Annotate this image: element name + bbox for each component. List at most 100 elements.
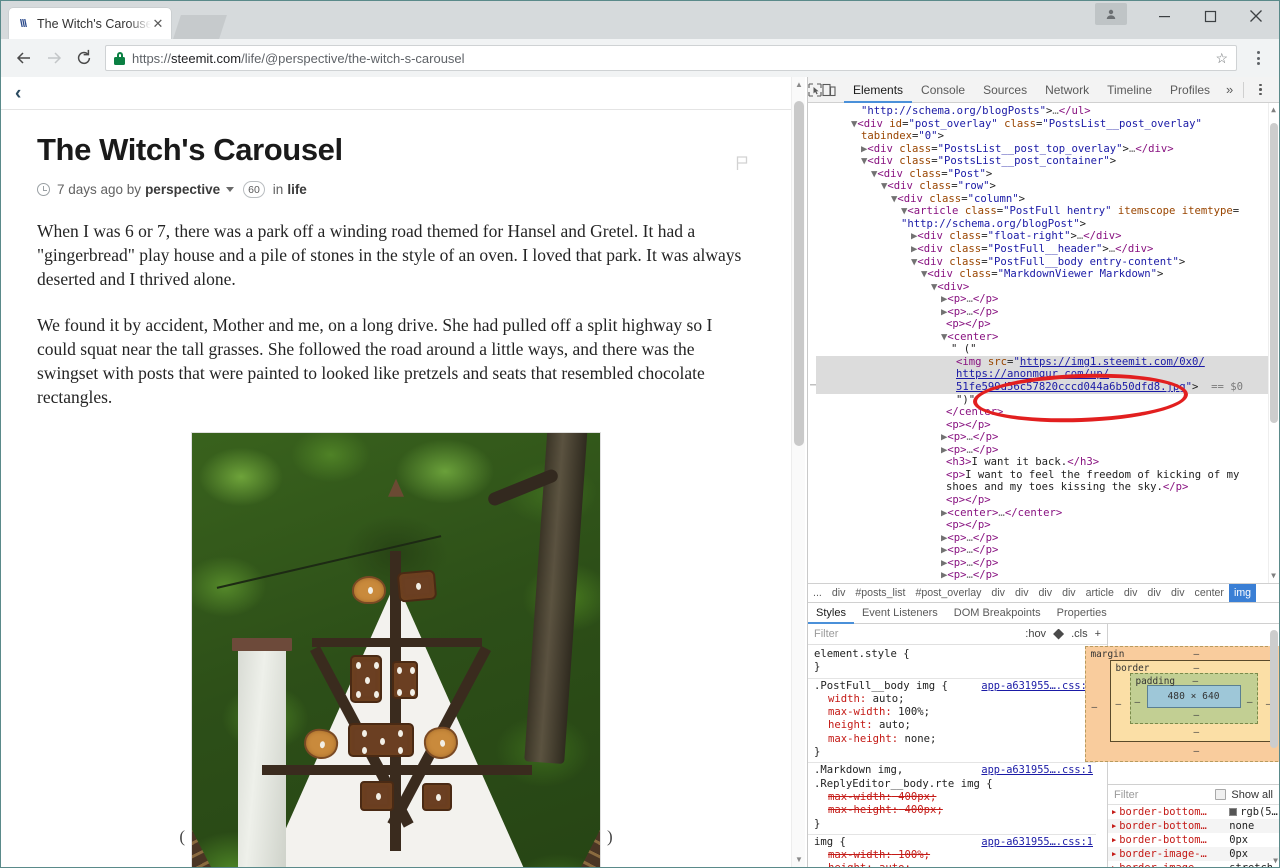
expand-triangle-icon[interactable]: ▶ — [1112, 850, 1116, 858]
tab-properties[interactable]: Properties — [1049, 603, 1115, 624]
tab-network[interactable]: Network — [1036, 77, 1098, 103]
expand-triangle-icon[interactable]: ▶ — [1112, 864, 1116, 867]
browser-tab[interactable]: \\\ The Witch's Carousel ✕ — [9, 8, 171, 39]
style-declaration[interactable]: max-height: none; — [814, 733, 1101, 746]
inspect-element-icon[interactable] — [808, 78, 822, 102]
tab-sources[interactable]: Sources — [974, 77, 1036, 103]
page-scrollbar-thumb[interactable] — [794, 101, 804, 446]
breadcrumb-item[interactable]: div — [1057, 584, 1081, 602]
bookmark-star-icon[interactable]: ☆ — [1215, 50, 1228, 67]
breadcrumb-item[interactable]: article — [1081, 584, 1119, 602]
dom-tree-scrollbar-thumb[interactable] — [1270, 123, 1278, 423]
padding-bottom-value[interactable]: – — [1194, 710, 1200, 721]
style-rule-selector[interactable]: .PostFull__body img {app-a631955….css:1 — [814, 680, 1101, 693]
style-rule-selector[interactable]: .ReplyEditor__body.rte img { — [814, 778, 1101, 791]
padding-top-value[interactable]: – — [1193, 676, 1199, 687]
computed-property-row[interactable]: ▶ border-image-… 0px — [1108, 847, 1279, 861]
dom-tree-node[interactable]: ▶<div class="PostsList__post_top_overlay… — [816, 143, 1279, 156]
minimize-button[interactable] — [1141, 1, 1187, 31]
dom-tree-node[interactable]: tabindex="0"> — [816, 130, 1279, 143]
style-rule[interactable]: element.style {} — [808, 647, 1107, 679]
breadcrumb-item[interactable]: div — [1142, 584, 1166, 602]
dom-tree-node[interactable]: ▼<div class="PostFull__body entry-conten… — [816, 256, 1279, 269]
margin-bottom-value[interactable]: – — [1194, 746, 1200, 757]
dom-tree-node[interactable]: " (" — [816, 343, 1279, 356]
dom-tree-node[interactable]: ▶<div class="float-right">…</div> — [816, 230, 1279, 243]
user-profile-icon[interactable] — [1095, 3, 1127, 25]
style-declaration[interactable]: max-width: 100%; — [814, 706, 1101, 719]
dom-tree-node[interactable]: ▼<div class="column"> — [816, 193, 1279, 206]
style-declaration[interactable]: width: auto; — [814, 693, 1101, 706]
computed-scrollbar[interactable]: ▼ — [1268, 805, 1279, 867]
margin-left-value[interactable]: – — [1092, 702, 1098, 713]
computed-property-row[interactable]: ▶ border-bottom… 0px — [1108, 833, 1279, 847]
dom-tree-node[interactable]: ▼<center> — [816, 331, 1279, 344]
devtools-close-icon[interactable]: ✕ — [1271, 78, 1279, 102]
flag-icon[interactable] — [736, 156, 749, 171]
style-rule[interactable]: .Markdown img, app-a631955….css:1 .ReplyEd… — [808, 763, 1107, 835]
dom-tree-node[interactable]: ▼<div class="row"> — [816, 180, 1279, 193]
style-source-link[interactable]: app-a631955….css:1 — [981, 680, 1093, 693]
dom-tree-node[interactable]: ▼<div class="MarkdownViewer Markdown"> — [816, 268, 1279, 281]
maximize-button[interactable] — [1187, 1, 1233, 31]
border-left-value[interactable]: – — [1116, 699, 1122, 710]
kebab-menu-icon[interactable] — [1245, 43, 1271, 73]
style-declaration[interactable]: height: auto; — [814, 862, 1101, 867]
close-window-button[interactable] — [1233, 1, 1279, 31]
dom-tree-node[interactable]: https://anonmgur.com/up/ — [816, 368, 1279, 382]
tab-console[interactable]: Console — [912, 77, 974, 103]
tab-profiles[interactable]: Profiles — [1161, 77, 1219, 103]
dom-tree-node[interactable]: ▶<p>…</p> — [816, 532, 1279, 545]
dom-tree-node[interactable]: ▶<p>…</p> — [816, 444, 1279, 457]
box-model-scrollbar[interactable] — [1268, 624, 1279, 784]
breadcrumb-item[interactable]: div — [1010, 584, 1034, 602]
hov-toggle[interactable]: :hov — [1025, 628, 1046, 640]
style-declaration[interactable]: max-width: 100%; — [814, 849, 1101, 862]
dom-tree-node[interactable]: ▼<div id="post_overlay" class="PostsList… — [816, 118, 1279, 131]
dom-tree-node[interactable]: ▶<p>…</p> — [816, 544, 1279, 557]
style-rule[interactable]: .PostFull__body img {app-a631955….css:1 w… — [808, 679, 1107, 764]
computed-property-row[interactable]: ▶ border-bottom… rgb(5… — [1108, 805, 1279, 819]
box-model-scrollbar-thumb[interactable] — [1270, 630, 1278, 748]
computed-property-row[interactable]: ▶ border-bottom… none — [1108, 819, 1279, 833]
gingerbread-house-gable-photo[interactable] — [191, 431, 601, 867]
dom-tree-node[interactable]: ▶<p>…</p> — [816, 569, 1279, 582]
dom-tree-node[interactable]: ▶<p>…</p> — [816, 557, 1279, 570]
breadcrumb-item[interactable]: img — [1228, 584, 1257, 602]
computed-filter-input[interactable]: Filter — [1114, 789, 1138, 801]
breadcrumb-item[interactable]: div — [1119, 584, 1143, 602]
style-declaration[interactable]: max-width: 400px; — [814, 791, 1101, 804]
address-bar[interactable]: https://steemit.com/life/@perspective/th… — [105, 45, 1237, 71]
cls-toggle[interactable]: .cls — [1071, 628, 1088, 640]
dom-tree-node[interactable]: </center> — [816, 406, 1279, 419]
style-diamond-icon[interactable] — [1053, 628, 1065, 640]
breadcrumb-item[interactable]: div — [1034, 584, 1058, 602]
breadcrumb-item[interactable]: #post_overlay — [910, 584, 986, 602]
tab-elements[interactable]: Elements — [844, 77, 912, 103]
breadcrumb-item[interactable]: div — [986, 584, 1010, 602]
padding-right-value[interactable]: – — [1247, 697, 1253, 708]
color-swatch[interactable] — [1229, 808, 1238, 816]
dom-tree-node[interactable]: ▶<center>…</center> — [816, 507, 1279, 520]
expand-triangle-icon[interactable]: ▶ — [1112, 808, 1116, 816]
border-bottom-value[interactable]: – — [1194, 727, 1200, 738]
dom-tree-node[interactable]: ▶<div class="PostFull__header">…</div> — [816, 243, 1279, 256]
dom-tree-node[interactable]: ▶<p>…</p> — [816, 431, 1279, 444]
device-toolbar-icon[interactable] — [822, 78, 836, 102]
dom-tree-node[interactable]: <p>I want to feel the freedom of kicking… — [816, 469, 1279, 482]
post-author[interactable]: perspective — [145, 182, 220, 197]
style-declaration[interactable]: max-height: 400px; — [814, 804, 1101, 817]
dom-tree-node[interactable]: <p></p> — [816, 318, 1279, 331]
new-tab-icon[interactable] — [173, 15, 227, 39]
breadcrumb-item[interactable]: ... — [808, 584, 827, 602]
style-rule-selector[interactable]: img {app-a631955….css:1 — [814, 836, 1101, 849]
dom-tree-node[interactable]: ▶<p>…</p> — [816, 293, 1279, 306]
dom-tree-node[interactable]: ▶<p>…</p> — [816, 306, 1279, 319]
page-back-chevron-icon[interactable]: ‹ — [15, 84, 21, 103]
dom-tree-node[interactable]: <p></p> — [816, 494, 1279, 507]
more-tabs-icon[interactable]: » — [1219, 82, 1240, 97]
dom-tree-node[interactable]: ▼<div class="Post"> — [816, 168, 1279, 181]
dom-tree-node[interactable]: "http://schema.org/blogPosts">…</ul> — [816, 105, 1279, 118]
forward-arrow-icon[interactable] — [39, 43, 69, 73]
tab-dom-breakpoints[interactable]: DOM Breakpoints — [946, 603, 1049, 624]
